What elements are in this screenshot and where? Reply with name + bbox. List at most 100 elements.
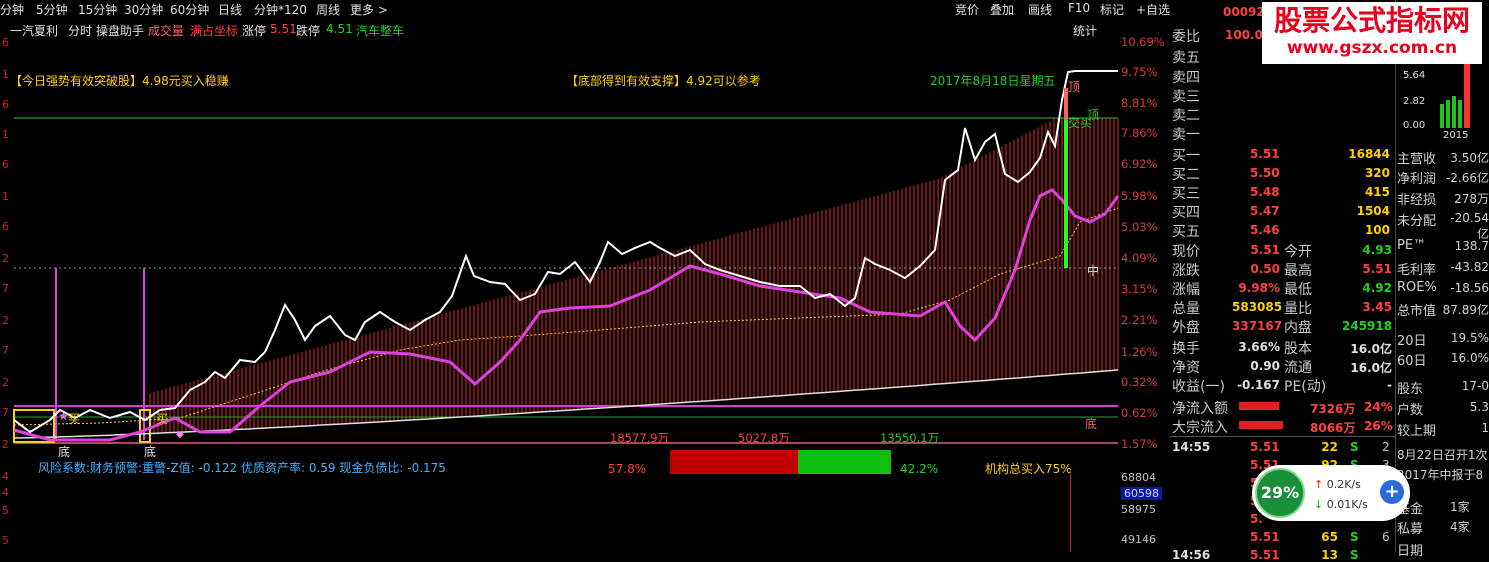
di-mark-1: 底 [58,445,71,459]
net-speed-widget[interactable]: 29% ↑ 0.2K/s ↓ 0.01K/s + [1252,465,1410,521]
tool-overlay[interactable]: 叠加 [990,1,1014,18]
quote-value: 0.90 [1250,359,1280,373]
buy-1-vol: 16844 [1348,147,1390,161]
mini-bar-red [1464,56,1470,128]
fin-label: 总市值 [1397,304,1437,319]
vol-bar [1070,470,1071,552]
mini-bar [1452,96,1456,128]
stock-name: 一汽夏利 [10,24,59,38]
tick-volume: 65 [1321,530,1338,544]
quote-value: 5.51 [1362,262,1392,276]
sell-4-label: 卖四 [1172,70,1200,86]
tick-count: 6 [1382,530,1390,544]
menu-daily[interactable]: 日线 [218,1,242,18]
buy-4-price: 5.47 [1250,204,1280,218]
plus-icon[interactable]: + [1380,480,1404,504]
fin-label: 较上期 [1397,424,1437,439]
menu-minute[interactable]: 分钟 [0,1,24,18]
menu-weekly[interactable]: 周线 [316,1,340,18]
fin-value: -2.66亿 [1445,171,1489,185]
fin-label: 主营收 [1397,152,1437,167]
quote-label: 流通 [1284,360,1312,376]
quote-value: 337167 [1232,319,1283,333]
fin-value: 19.5% [1450,331,1489,345]
quote-value: -0.167 [1237,378,1280,392]
quote-label: 内盘 [1284,320,1312,336]
cross-buy-mark: 交买 [1068,116,1093,130]
tick-time: 14:56 [1172,548,1211,562]
fin-label: 户数 [1397,403,1424,418]
full-coord-label[interactable]: 满占坐标 [190,22,238,39]
fin-label: 毛利率 [1397,263,1437,278]
quote-value: 0.50 [1250,262,1280,276]
fin-value: -18.56 [1450,281,1489,295]
breakout-note: 【今日强势有效突破股】4.98元买入稳赚 [10,74,229,88]
menu-30min[interactable]: 30分钟 [124,1,163,18]
quote-label: 最高 [1284,263,1312,279]
tool-draw[interactable]: 画线 [1028,1,1052,18]
stock-code: 00092 [1223,5,1265,19]
holder-pe-label: 私募 [1397,522,1424,537]
menu-5min[interactable]: 5分钟 [36,1,68,18]
block-inflow-bar [1239,421,1283,429]
fin-value: 1 [1481,421,1489,435]
arrow-down-icon: ↓ [1314,498,1324,511]
net-speed-ball[interactable]: 29% [1255,468,1305,518]
tick-time: 14:55 [1172,440,1211,454]
watermark-logo: 股票公式指标网 www.gszx.com.cn [1262,2,1482,64]
indicator-bars [149,118,1119,434]
holder-date-label: 日期 [1397,544,1424,559]
watermark-url: www.gszx.com.cn [1286,38,1458,58]
buy-5-price: 5.46 [1250,223,1280,237]
quote-value: 3.66% [1238,340,1280,354]
quote-value: 245918 [1342,319,1393,333]
block-inflow-value: 8066万 [1310,421,1356,435]
buy-2-price: 5.50 [1250,166,1280,180]
menu-15min[interactable]: 15分钟 [78,1,117,18]
quote-label: 换手 [1172,341,1200,357]
buy-5-vol: 100 [1364,223,1390,237]
tool-f10[interactable]: F10 [1068,1,1090,15]
support-note: 【底部得到有效支撑】4.92可以参考 [566,74,761,88]
buy-4-vol: 1504 [1356,204,1390,218]
quote-label: 今开 [1284,244,1312,260]
menu-60min[interactable]: 60分钟 [170,1,209,18]
buy-5-label: 买五 [1172,224,1200,240]
ratio-green-bar [798,450,891,474]
sell-1-label: 卖一 [1172,127,1200,143]
deal-label[interactable]: 成交量 [148,22,184,39]
tool-auction[interactable]: 竞价 [955,1,979,18]
arrow-up-icon: ↑ [1314,478,1324,491]
menu-min120[interactable]: 分钟*120 [254,1,307,18]
fin-value: 87.89亿 [1442,303,1489,317]
vol-tick: 68804 [1121,471,1156,484]
upload-speed: ↑ 0.2K/s [1314,478,1361,491]
flow-right: 13550.1万 [880,431,940,445]
tick-volume: 22 [1321,440,1338,454]
quote-value: 5.51 [1250,243,1280,257]
stats-button[interactable]: 统计 [1073,22,1097,39]
quote-value: 4.92 [1362,281,1392,295]
menu-more[interactable]: 更多 > [350,1,388,18]
tool-add-watchlist[interactable]: +自选 [1136,1,1170,18]
tool-mark[interactable]: 标记 [1100,1,1124,18]
mode-label[interactable]: 分时 [68,22,92,39]
event-2: 2017年中报于8 [1397,468,1484,482]
fin-label: 未分配 [1397,214,1437,229]
fin-label: 非经损 [1397,193,1437,208]
inst-buy: 机构总买入75% [985,462,1072,476]
sell-2-label: 卖二 [1172,108,1200,124]
buy-2-label: 买二 [1172,167,1200,183]
tick-count: 2 [1382,440,1390,454]
sell-3-label: 卖三 [1172,89,1200,105]
vol-tick-highlight: 60598 [1121,487,1162,500]
fin-value: 278万 [1454,192,1489,206]
helper-label[interactable]: 操盘助手 [96,22,144,39]
ratio-red-pct: 57.8% [608,462,647,476]
weibi-label: 委比 [1172,29,1200,45]
quote-value: 16.0亿 [1350,342,1392,356]
divider [1170,436,1396,437]
flow-left: 18577.9万 [610,431,670,445]
buy-3-label: 买三 [1172,186,1200,202]
di-mark-3: 底 [1085,417,1098,431]
